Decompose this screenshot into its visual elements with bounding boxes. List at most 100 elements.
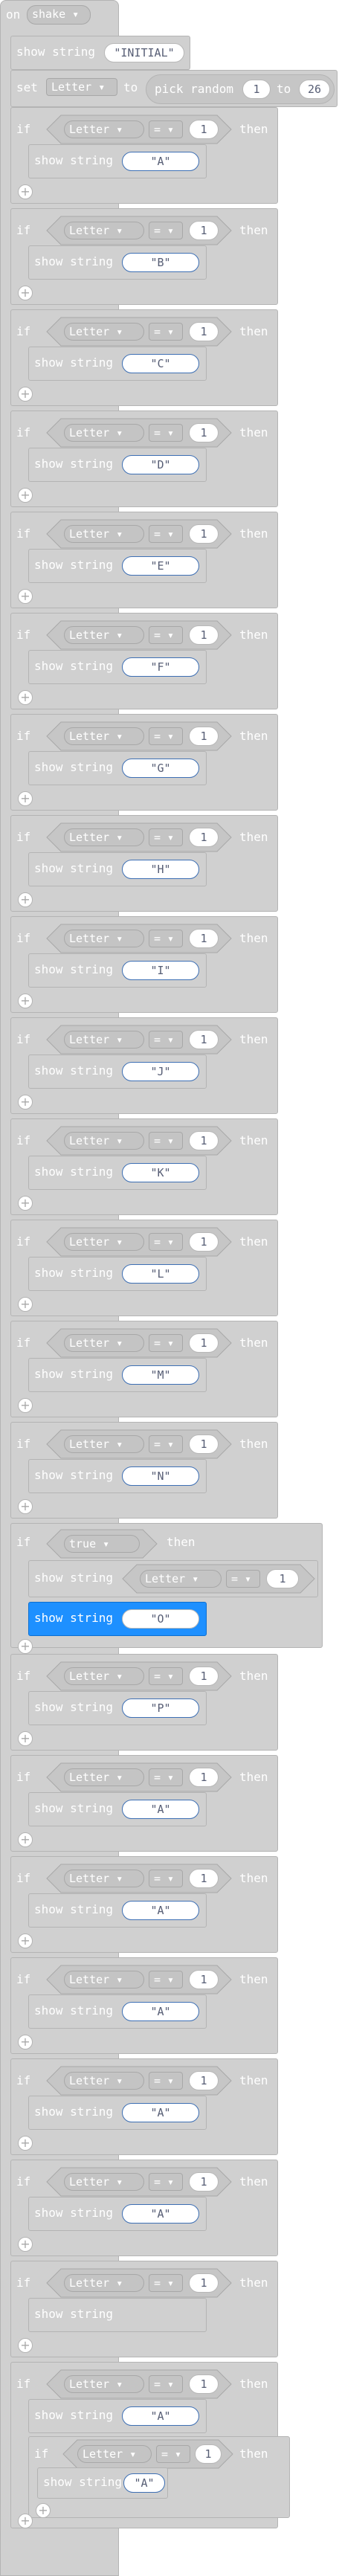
- compare-value[interactable]: 1: [195, 2444, 222, 2464]
- variable-dropdown[interactable]: Letter ▾: [64, 1233, 144, 1251]
- string-value[interactable]: "G": [122, 759, 199, 778]
- variable-dropdown[interactable]: Letter ▾: [64, 120, 144, 138]
- add-else-icon[interactable]: +: [18, 387, 33, 402]
- variable-dropdown[interactable]: Letter ▾: [64, 1031, 144, 1049]
- string-value[interactable]: "A": [123, 2473, 165, 2493]
- compare-value[interactable]: 1: [189, 2172, 219, 2192]
- add-else-icon[interactable]: +: [18, 1499, 33, 1514]
- variable-dropdown[interactable]: Letter ▾: [64, 1870, 144, 1887]
- variable-dropdown[interactable]: Letter ▾: [64, 1768, 144, 1786]
- string-value[interactable]: "N": [122, 1466, 199, 1486]
- add-else-icon[interactable]: +: [18, 892, 33, 907]
- variable-dropdown[interactable]: Letter ▾: [64, 2173, 144, 2191]
- add-else-icon[interactable]: +: [18, 2136, 33, 2151]
- operator-dropdown[interactable]: = ▾: [149, 1233, 183, 1251]
- event-dropdown[interactable]: shake ▾: [27, 5, 91, 25]
- add-else-icon[interactable]: +: [18, 1398, 33, 1413]
- string-value[interactable]: "J": [122, 1062, 199, 1081]
- operator-dropdown[interactable]: = ▾: [149, 120, 183, 138]
- operator-dropdown[interactable]: = ▾: [149, 1667, 183, 1685]
- add-else-icon[interactable]: +: [18, 1731, 33, 1746]
- add-else-icon[interactable]: +: [18, 1639, 33, 1654]
- variable-dropdown[interactable]: Letter ▾: [64, 222, 144, 239]
- operator-dropdown[interactable]: = ▾: [149, 1870, 183, 1887]
- add-else-icon[interactable]: +: [18, 690, 33, 705]
- add-else-icon[interactable]: +: [18, 1297, 33, 1312]
- add-else-icon[interactable]: +: [18, 791, 33, 806]
- compare-value[interactable]: 1: [189, 1869, 219, 1888]
- operator-dropdown[interactable]: = ▾: [149, 1971, 183, 1989]
- random-max-value[interactable]: 26: [299, 80, 330, 99]
- compare-value[interactable]: 1: [189, 1131, 219, 1150]
- compare-value[interactable]: 1: [189, 828, 219, 847]
- operator-dropdown[interactable]: = ▾: [149, 424, 183, 442]
- operator-dropdown[interactable]: = ▾: [149, 1334, 183, 1352]
- string-value[interactable]: "E": [122, 556, 199, 576]
- variable-dropdown[interactable]: Letter ▾: [64, 1667, 144, 1685]
- operator-dropdown[interactable]: = ▾: [149, 1031, 183, 1049]
- compare-value[interactable]: 1: [189, 625, 219, 645]
- string-value[interactable]: "A": [122, 1901, 199, 1920]
- variable-dropdown[interactable]: Letter ▾: [64, 930, 144, 947]
- operator-dropdown[interactable]: = ▾: [226, 1570, 260, 1588]
- string-value[interactable]: "D": [122, 455, 199, 474]
- variable-dropdown[interactable]: Letter ▾: [64, 2274, 144, 2292]
- string-value[interactable]: "A": [122, 2002, 199, 2021]
- compare-value[interactable]: 1: [189, 1333, 219, 1353]
- string-value[interactable]: "K": [122, 1163, 199, 1182]
- variable-dropdown[interactable]: Letter ▾: [140, 1570, 222, 1588]
- variable-dropdown[interactable]: Letter ▾: [77, 2445, 152, 2463]
- operator-dropdown[interactable]: = ▾: [149, 1435, 183, 1453]
- string-value[interactable]: "F": [122, 657, 199, 677]
- string-value[interactable]: "A": [122, 152, 199, 171]
- add-else-icon[interactable]: +: [36, 2503, 51, 2518]
- add-else-icon[interactable]: +: [18, 2237, 33, 2252]
- string-value[interactable]: "A": [122, 1800, 199, 1819]
- true-dropdown[interactable]: true ▾: [64, 1535, 140, 1553]
- operator-dropdown[interactable]: = ▾: [149, 1132, 183, 1150]
- add-else-icon[interactable]: +: [18, 1933, 33, 1948]
- add-else-icon[interactable]: +: [18, 994, 33, 1008]
- variable-dropdown[interactable]: Letter ▾: [64, 727, 144, 745]
- string-value[interactable]: "B": [122, 253, 199, 272]
- add-else-icon[interactable]: +: [18, 488, 33, 503]
- add-else-icon[interactable]: +: [18, 2035, 33, 2049]
- variable-dropdown[interactable]: Letter ▾: [64, 323, 144, 341]
- compare-value[interactable]: 1: [189, 524, 219, 544]
- operator-dropdown[interactable]: = ▾: [149, 2274, 183, 2292]
- compare-value[interactable]: 1: [189, 929, 219, 948]
- add-else-icon[interactable]: +: [18, 184, 33, 199]
- operator-dropdown[interactable]: = ▾: [149, 2173, 183, 2191]
- compare-value[interactable]: 1: [266, 1569, 299, 1588]
- string-value[interactable]: "I": [122, 961, 199, 980]
- add-else-icon[interactable]: +: [18, 1832, 33, 1847]
- operator-dropdown[interactable]: = ▾: [149, 2072, 183, 2090]
- compare-value[interactable]: 1: [189, 1232, 219, 1252]
- compare-value[interactable]: 1: [189, 1434, 219, 1454]
- operator-dropdown[interactable]: = ▾: [156, 2445, 190, 2463]
- variable-dropdown[interactable]: Letter ▾: [46, 78, 117, 96]
- add-else-icon[interactable]: +: [18, 589, 33, 604]
- add-else-icon[interactable]: +: [18, 1095, 33, 1110]
- variable-dropdown[interactable]: Letter ▾: [64, 626, 144, 644]
- operator-dropdown[interactable]: = ▾: [149, 828, 183, 846]
- variable-dropdown[interactable]: Letter ▾: [64, 1971, 144, 1989]
- variable-dropdown[interactable]: Letter ▾: [64, 1132, 144, 1150]
- compare-value[interactable]: 1: [189, 120, 219, 139]
- compare-value[interactable]: 1: [189, 727, 219, 746]
- operator-dropdown[interactable]: = ▾: [149, 525, 183, 543]
- string-value[interactable]: "L": [122, 1264, 199, 1284]
- compare-value[interactable]: 1: [189, 423, 219, 442]
- operator-dropdown[interactable]: = ▾: [149, 323, 183, 341]
- string-value[interactable]: "A": [122, 2103, 199, 2122]
- compare-value[interactable]: 1: [189, 1030, 219, 1049]
- string-value[interactable]: "P": [122, 1698, 199, 1718]
- string-value[interactable]: "O": [122, 1609, 199, 1629]
- add-else-icon[interactable]: +: [18, 286, 33, 300]
- operator-dropdown[interactable]: = ▾: [149, 626, 183, 644]
- variable-dropdown[interactable]: Letter ▾: [64, 828, 144, 846]
- compare-value[interactable]: 1: [189, 1667, 219, 1686]
- random-min-value[interactable]: 1: [242, 80, 271, 99]
- variable-dropdown[interactable]: Letter ▾: [64, 1334, 144, 1352]
- string-value[interactable]: "A": [122, 2406, 199, 2426]
